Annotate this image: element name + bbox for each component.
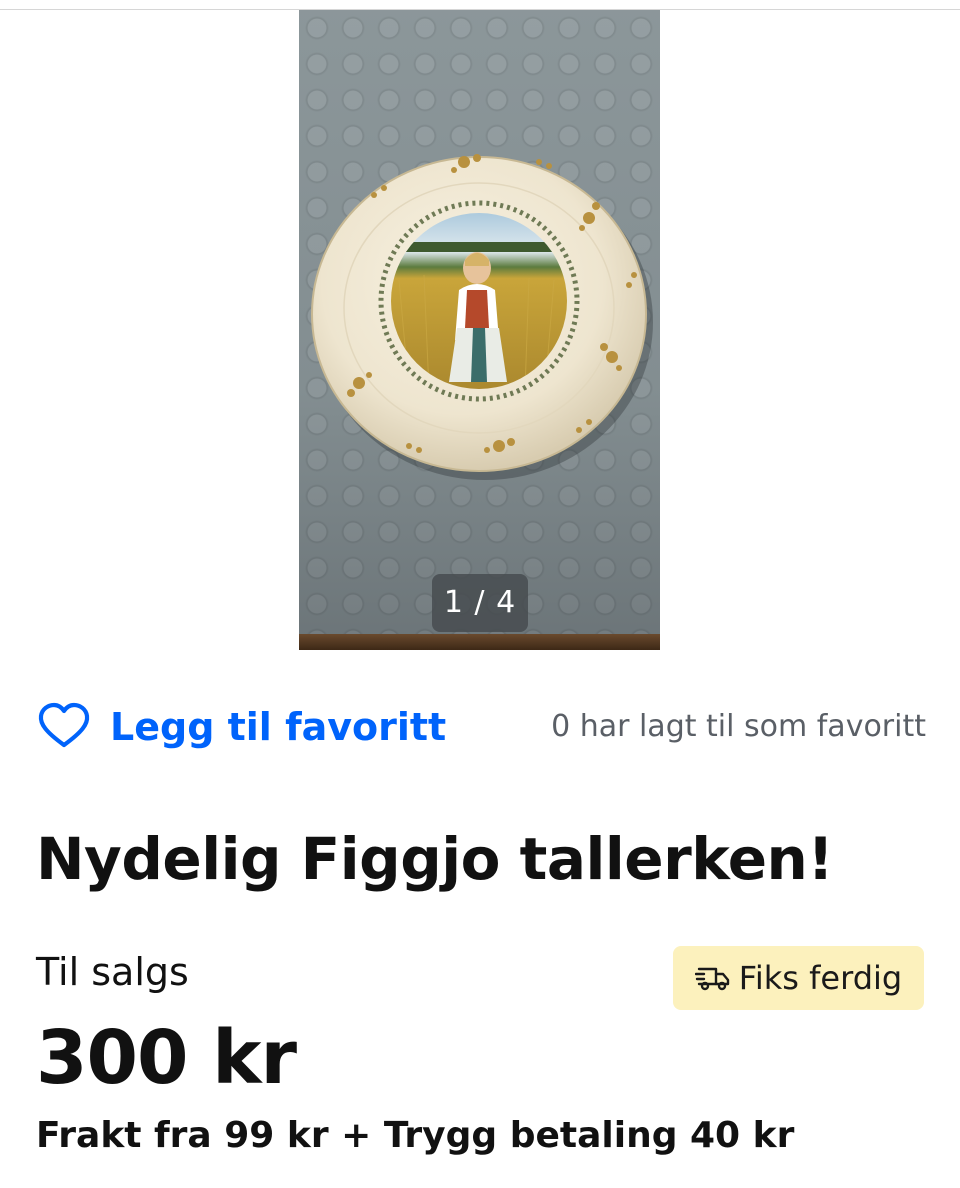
- listing-price: 300 kr: [36, 1015, 297, 1101]
- shipping-badge-label: Fiks ferdig: [738, 959, 903, 997]
- heart-icon: [36, 699, 92, 755]
- favorite-count: 0 har lagt til som favoritt: [551, 709, 926, 744]
- image-gallery[interactable]: [299, 10, 660, 650]
- favorite-row: Legg til favoritt 0 har lagt til som fav…: [36, 695, 926, 759]
- listing-title: Nydelig Figgjo tallerken!: [36, 825, 834, 893]
- shipping-badge: Fiks ferdig: [673, 946, 924, 1010]
- listing-status: Til salgs: [36, 950, 189, 994]
- truck-icon: [694, 967, 729, 991]
- add-favorite-label: Legg til favoritt: [110, 705, 447, 749]
- add-favorite-button[interactable]: Legg til favoritt: [36, 695, 446, 759]
- shelf-edge: [299, 634, 660, 650]
- image-counter: 1 / 4: [432, 574, 528, 632]
- shipping-info: Frakt fra 99 kr + Trygg betaling 40 kr: [36, 1115, 795, 1156]
- plate-photo: [299, 154, 660, 650]
